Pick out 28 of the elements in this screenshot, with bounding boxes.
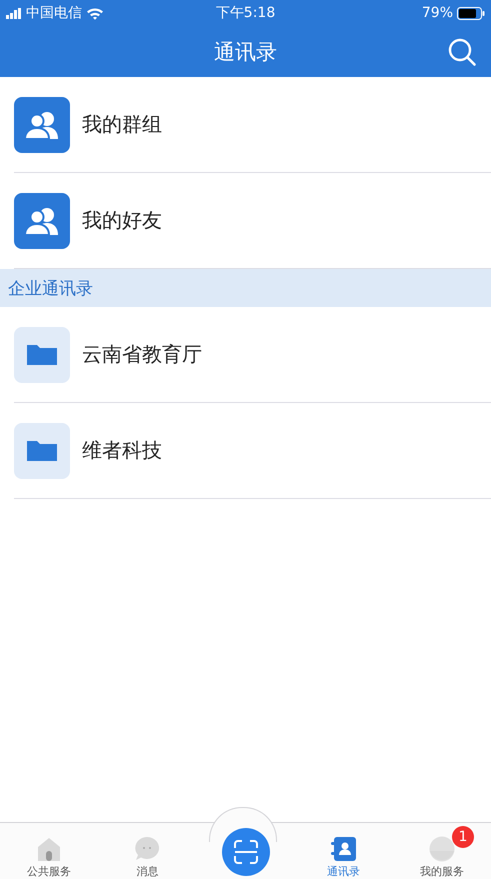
folder-icon — [14, 422, 70, 478]
scan-button[interactable] — [222, 828, 270, 876]
house-icon — [36, 836, 62, 862]
folder-icon — [14, 326, 70, 382]
search-button[interactable] — [447, 37, 477, 67]
carrier-name: 中国电信 — [26, 4, 82, 22]
tab-item[interactable]: 消息 — [98, 823, 196, 879]
tab-item[interactable]: 我的服务 1 — [392, 823, 491, 879]
list-item[interactable]: 维者科技 — [14, 403, 491, 499]
group-icon — [14, 192, 70, 248]
scan-icon — [232, 839, 258, 865]
signal-icon — [6, 8, 22, 18]
list-item[interactable]: 云南省教育厅 — [14, 307, 491, 403]
search-icon — [447, 37, 477, 67]
list-item[interactable]: 我的群组 — [14, 77, 491, 173]
wifi-icon — [86, 6, 104, 20]
section-title: 企业通讯录 — [8, 278, 93, 300]
tab-item[interactable]: 公共服务 — [0, 823, 98, 879]
status-time: 下午5:18 — [216, 4, 276, 22]
contact-book-icon — [330, 836, 357, 862]
avatar-icon — [428, 836, 455, 862]
tab-item[interactable]: 通讯录 — [294, 823, 393, 879]
battery-percent: 79% — [422, 5, 454, 21]
page-title: 通讯录 — [214, 38, 277, 66]
group-icon — [14, 96, 70, 152]
chat-bubble-icon — [134, 836, 160, 862]
notification-badge: 1 — [452, 826, 474, 848]
battery-icon — [457, 6, 486, 20]
